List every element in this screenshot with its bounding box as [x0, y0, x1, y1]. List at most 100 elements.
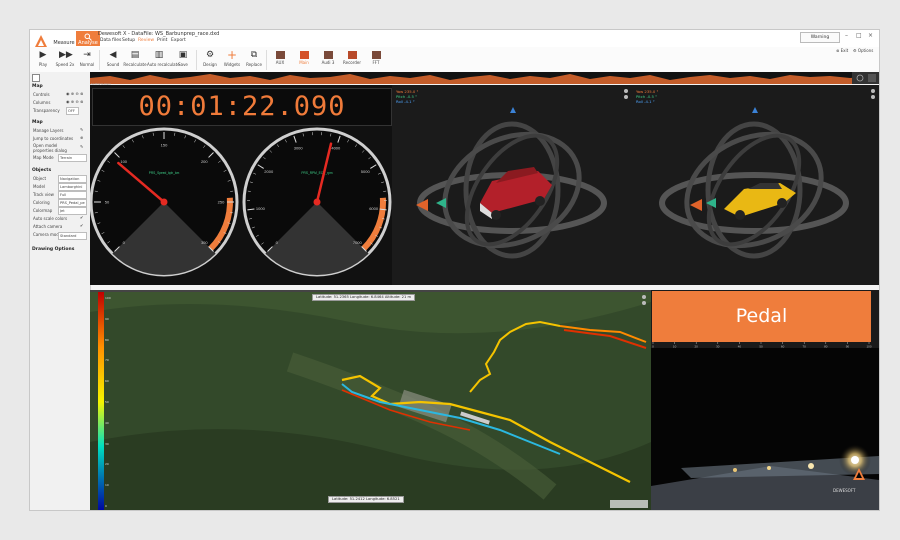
- fast-forward-icon: ▶▶: [59, 50, 73, 60]
- title-bar: Measure Analyse Dewesoft X - DataFile: W…: [30, 30, 879, 48]
- save-button[interactable]: ▣ Save: [171, 49, 195, 71]
- attach-camera-checkbox[interactable]: ✔: [80, 223, 83, 228]
- transparency-label: Transparency: [33, 108, 60, 113]
- pedal-panel: Pedal 0 10 20 30 40 50 60 70 80 90 100: [651, 290, 879, 348]
- close-icon[interactable]: ×: [868, 32, 873, 39]
- auto-scale-label: Auto scale colors: [33, 216, 68, 221]
- menu-setup[interactable]: Setup: [122, 38, 135, 43]
- pedal-bar: Pedal: [652, 291, 871, 342]
- screen-aux-label: AUX: [275, 60, 285, 65]
- map-coordinates-bottom: Latitude: 51.2412 Longitude: 6.8521: [328, 496, 404, 503]
- video-panel[interactable]: DEWESOFT: [651, 348, 879, 510]
- tab-measure-label: Measure: [53, 40, 75, 46]
- dewesoft-logo: [35, 35, 47, 47]
- screen-icon: [299, 51, 309, 59]
- track-view-select[interactable]: Full: [58, 191, 87, 199]
- screen-icon: [347, 51, 357, 59]
- gauge-tick-label: 50: [105, 200, 110, 205]
- camera-mode-select[interactable]: Standard: [58, 232, 87, 240]
- screen-audi3-button[interactable]: Audi 3: [316, 49, 340, 71]
- speed-label: Speed 2x: [55, 62, 75, 67]
- gauges-svg: 050100150200250300PRS_Speed_kph_km010002…: [90, 127, 392, 277]
- separator: [266, 50, 267, 70]
- columns-toggles[interactable]: ◉ ⊕ ⊖ ⊗: [66, 99, 83, 104]
- auto-recalculate-button[interactable]: ▥ Auto recalculate: [147, 49, 180, 71]
- attach-camera-label: Attach camera: [33, 224, 63, 229]
- exit-button[interactable]: ⊗ Exit: [836, 48, 848, 53]
- panel-option-dot[interactable]: [642, 295, 646, 299]
- map-scale-tick: 0: [105, 504, 107, 508]
- columns-label: Columns: [33, 100, 51, 105]
- menu-data-files[interactable]: Data files: [100, 38, 121, 43]
- gauge-tick-label: 6000: [369, 206, 379, 211]
- screen-icon: [323, 51, 333, 59]
- sound-button[interactable]: ◀ Sound: [101, 49, 125, 71]
- colormap-label: Colormap: [33, 208, 53, 213]
- play-label: Play: [38, 62, 48, 67]
- speed-button[interactable]: ▶▶ Speed 2x: [53, 49, 77, 71]
- skip-icon: ⇥: [83, 50, 91, 60]
- map-mode-select[interactable]: Terrain: [58, 154, 87, 162]
- coloring-label: Coloring: [33, 200, 50, 205]
- replace-button[interactable]: ⧉ Replace: [242, 49, 266, 71]
- gauge-tick-label: 2000: [264, 169, 274, 174]
- panel-toggle-icon[interactable]: [32, 74, 40, 82]
- normal-button[interactable]: ⇥ Normal: [75, 49, 99, 71]
- panel-option-dot[interactable]: [642, 301, 646, 305]
- menu-review[interactable]: Review: [138, 38, 154, 43]
- window-title: Dewesoft X - DataFile: WS_Barbunprep_rac…: [98, 31, 220, 37]
- auto-scale-checkbox[interactable]: ✔: [80, 215, 83, 220]
- screen-fft-label: FFT: [372, 60, 380, 65]
- gauge-tick-label: 150: [161, 143, 168, 148]
- section-map[interactable]: Map: [32, 84, 43, 89]
- play-icon: ▶: [39, 50, 47, 60]
- options-label: Options: [857, 48, 874, 53]
- section-objects[interactable]: Objects: [32, 168, 51, 173]
- screen-main-button[interactable]: Main: [292, 49, 316, 71]
- play-button[interactable]: ▶ Play: [31, 49, 55, 71]
- sound-label: Sound: [106, 62, 120, 67]
- separator: [99, 50, 100, 70]
- minimize-icon[interactable]: –: [845, 32, 848, 39]
- transparency-select[interactable]: OFF: [66, 107, 79, 115]
- warning-button[interactable]: Warning: [800, 32, 840, 43]
- screen-recorder-button[interactable]: Recorder: [340, 49, 364, 71]
- gauge-channel-label: PRS_Speed_kph_km: [149, 171, 180, 175]
- widgets-button[interactable]: + Widgets: [220, 49, 244, 71]
- orientation-panel-1: Yaw 235.0 ° Pitch -0.5 ° Roll -4.1 °: [392, 85, 632, 285]
- screen-fft-button[interactable]: FFT: [364, 49, 388, 71]
- car2-gyro-graphic: [659, 107, 849, 259]
- map-panel[interactable]: Latitude: 51.2365 Longitude: 6.8464 Alti…: [90, 290, 651, 510]
- open-model-button[interactable]: Open model properties dialog: [33, 143, 73, 153]
- map-scale-tick: 40: [105, 420, 109, 425]
- tab-analyse[interactable]: Analyse: [76, 31, 100, 46]
- save-icon: ▣: [178, 50, 188, 60]
- coloring-select[interactable]: PRS_Pedal_pe: [58, 199, 87, 207]
- clock-display: 00:01:22.090: [92, 88, 392, 126]
- model-select[interactable]: Lamborghini: [58, 183, 87, 191]
- menu-print[interactable]: Print: [157, 38, 167, 43]
- design-button[interactable]: ⚙ Design: [198, 49, 222, 71]
- section-drawing-options[interactable]: Drawing Options: [32, 247, 74, 252]
- manage-layers-button[interactable]: Manage Layers: [33, 128, 63, 133]
- timeline-overview[interactable]: SCHWYLOGO: [90, 72, 879, 86]
- recalculate-label: Recalculate: [123, 62, 147, 67]
- maximize-icon[interactable]: □: [856, 32, 862, 39]
- controls-toggles[interactable]: ◉ ⊕ ⊖ ⊗: [66, 91, 83, 96]
- tab-measure[interactable]: Measure: [52, 31, 76, 46]
- options-button[interactable]: ⚙ Options: [853, 48, 873, 53]
- map-mode-label: Map Mode: [33, 155, 54, 160]
- recalculate-button[interactable]: ▤ Recalculate: [123, 49, 147, 71]
- screen-aux-button[interactable]: AUX: [268, 49, 292, 71]
- map-scale-tick: 100: [105, 296, 111, 300]
- gauge-tick-label: 200: [201, 159, 208, 164]
- sound-icon: ◀: [109, 50, 117, 60]
- jump-to-button[interactable]: Jump to coordinates: [33, 136, 73, 141]
- model-label: Model: [33, 184, 46, 189]
- menu-export[interactable]: Export: [171, 38, 186, 43]
- map-scale-tick: 70: [105, 358, 109, 363]
- object-select[interactable]: Navigation: [58, 175, 87, 183]
- colormap-select[interactable]: Jet: [58, 207, 87, 215]
- screen-audi3-label: Audi 3: [321, 60, 335, 65]
- section-map-2[interactable]: Map: [32, 120, 43, 125]
